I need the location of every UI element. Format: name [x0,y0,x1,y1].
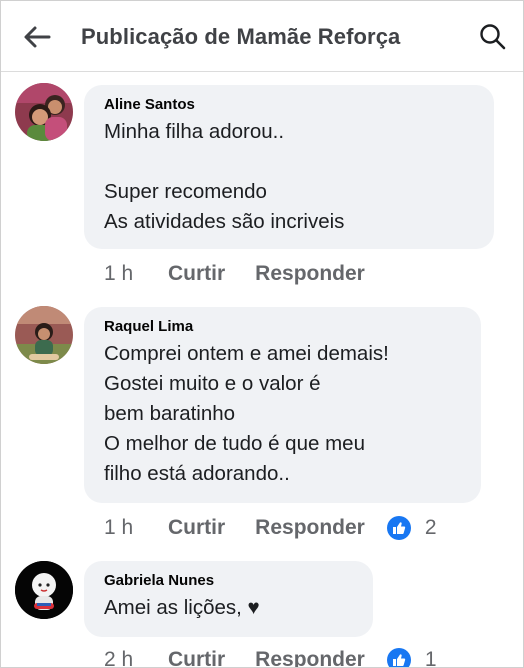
reaction-summary[interactable]: 1 [386,648,437,668]
reaction-summary[interactable]: 2 [386,516,437,540]
reaction-count: 2 [424,516,437,539]
comment-time[interactable]: 1 h [104,262,168,286]
reply-button[interactable]: Responder [255,262,365,286]
comment-text: Minha filha adorou.. Super recomendo As … [104,120,345,233]
comment-actions: 1 h Curtir Responder [104,261,395,287]
avatar[interactable] [15,561,73,619]
comment-bubble: Gabriela Nunes Amei as lições, ♥ [84,561,373,637]
profile-photo-icon [15,561,73,619]
search-button[interactable] [477,21,509,53]
comment-time[interactable]: 2 h [104,648,168,667]
app-frame: Publicação de Mamãe Reforça Aline Santos [0,0,524,668]
comment-bubble: Raquel Lima Comprei ontem e amei demais!… [84,307,481,503]
reaction-count: 1 [424,648,437,668]
like-reaction-icon [386,648,411,667]
comment-actions: 1 h Curtir Responder 2 [104,515,437,541]
comment-author[interactable]: Gabriela Nunes [104,572,353,589]
reply-button[interactable]: Responder [255,516,365,540]
search-icon [480,24,506,50]
comment-author[interactable]: Aline Santos [104,96,474,113]
reply-button[interactable]: Responder [255,648,365,667]
back-button[interactable] [21,21,53,53]
back-arrow-icon [24,26,51,48]
comment-text: Amei as lições, ♥ [104,596,260,619]
profile-photo-icon [15,306,73,364]
avatar[interactable] [15,306,73,364]
comment-time[interactable]: 1 h [104,516,168,540]
avatar[interactable] [15,83,73,141]
like-button[interactable]: Curtir [168,516,225,540]
comment-author[interactable]: Raquel Lima [104,318,461,335]
like-button[interactable]: Curtir [168,648,225,667]
page-title: Publicação de Mamãe Reforça [81,24,401,49]
comment-text: Comprei ontem e amei demais! Gostei muit… [104,342,389,485]
profile-photo-icon [15,83,73,141]
like-button[interactable]: Curtir [168,262,225,286]
like-reaction-icon [386,516,411,540]
comment-bubble: Aline Santos Minha filha adorou.. Super … [84,85,494,249]
comment-actions: 2 h Curtir Responder 1 [104,647,437,668]
top-bar: Publicação de Mamãe Reforça [1,1,523,72]
